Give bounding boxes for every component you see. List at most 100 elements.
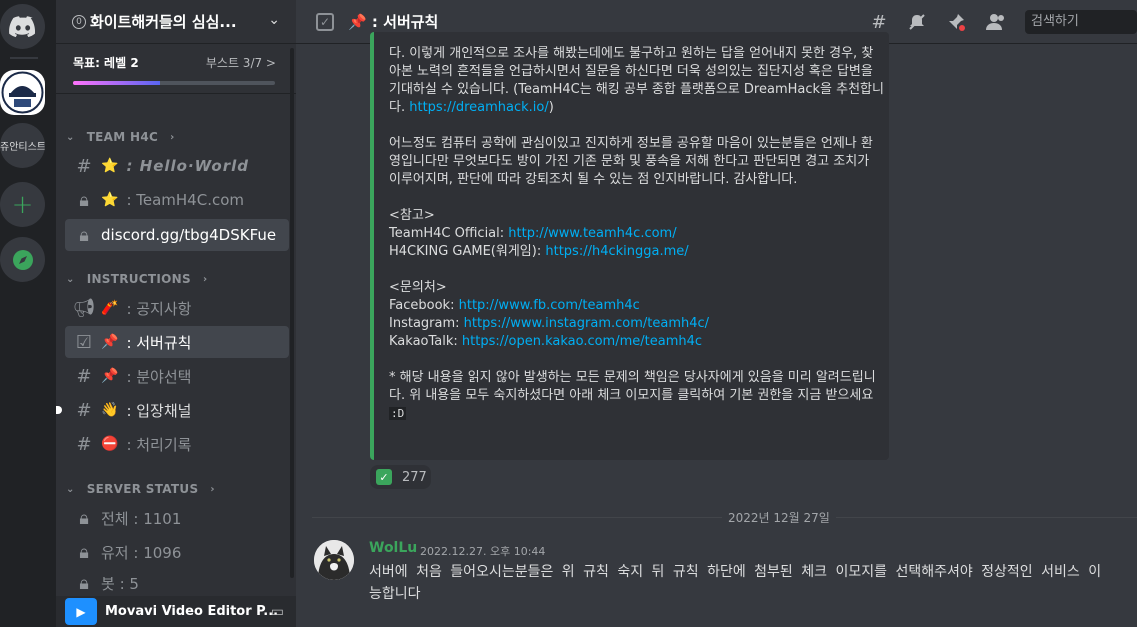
activity-panel[interactable]: ▶ Movavi Video Editor P... ▭	[56, 596, 296, 627]
category-label: SERVER STATUS	[86, 482, 199, 496]
channel-label: : Hello·World	[126, 157, 249, 175]
category-server-status[interactable]: ⌄ SERVER STATUS ›	[66, 479, 215, 499]
category-instructions[interactable]: ⌄ INSTRUCTIONS ›	[66, 269, 207, 289]
embed-notice: * 해당 내용을 읽지 않아 발생하는 모든 문제의 책임은 당사자에게 있음을…	[389, 369, 884, 423]
channel-emoji: 📌	[101, 334, 119, 350]
facebook-link[interactable]: http://www.fb.com/teamh4c	[459, 298, 640, 313]
channel-label: : 분야선택	[126, 367, 192, 386]
boost-progress-fill	[73, 81, 160, 85]
text-channel-hash-icon: #	[76, 433, 92, 455]
contact-label: Instagram:	[389, 316, 464, 331]
channel-welcome[interactable]: # 👋 : 입장채널	[56, 394, 289, 426]
compass-icon	[12, 249, 33, 270]
channel-field-select[interactable]: # 📌 : 분야선택	[65, 360, 289, 392]
checkbox-channel-icon: ☑	[75, 331, 93, 353]
screen-share-icon[interactable]: ▭	[271, 604, 284, 620]
pinned-messages-icon[interactable]	[944, 10, 968, 34]
channel-discord-invite[interactable]: 🔒︎ discord.gg/tbg4DSKFue	[65, 219, 289, 251]
threads-icon[interactable]: #	[867, 10, 891, 34]
notice-text: * 해당 내용을 읽지 않아 발생하는 모든 문제의 책임은 당사자에게 있음을…	[389, 370, 876, 403]
check-reaction-button[interactable]: ✓ 277	[370, 465, 431, 489]
server-name: 화이트해커들의 심심...	[90, 13, 237, 31]
embed-references: <참고> TeamH4C Official: http://www.teamh4…	[389, 207, 884, 261]
server-icon-text[interactable]: 쥬안티스트	[0, 123, 45, 168]
contacts-title: <문의처>	[389, 280, 447, 295]
white-hat-hacker-logo-icon	[1, 71, 44, 114]
channel-announcements[interactable]: 📢︎ 🧨 : 공지사항	[65, 292, 289, 324]
embed-paragraph-1: 다. 이렇게 개인적으로 조사를 해봤는데에도 불구하고 원하는 답을 얻어내지…	[389, 45, 884, 117]
cat-avatar-icon	[314, 540, 354, 580]
activity-label: Movavi Video Editor P...	[105, 604, 279, 619]
dreamhack-link[interactable]: https://dreamhack.io/	[409, 100, 549, 115]
movavi-app-icon: ▶	[65, 598, 97, 625]
embed-paragraph-2: 어느정도 컴퓨터 공학에 관심이있고 진지하게 정보를 공유할 마음이 있는분들…	[389, 136, 873, 187]
channel-label: : 입장채널	[126, 401, 192, 420]
text-channel-hash-icon: #	[76, 399, 92, 421]
channel-label: 전체 : 1101	[101, 509, 182, 528]
server-icon-white-hat-hacker[interactable]	[0, 70, 45, 115]
channel-status-bots[interactable]: 🔒︎ 봇 : 5	[65, 570, 289, 596]
reference-label: H4CKING GAME(워게임):	[389, 244, 546, 259]
message-author[interactable]: WolLu	[369, 540, 417, 556]
checkbox-channel-icon: ✓	[316, 13, 334, 31]
channel-label: : 서버규칙	[126, 333, 192, 352]
avatar[interactable]	[314, 540, 354, 580]
server-header[interactable]: 0 화이트해커들의 심심... ⌄	[56, 0, 296, 44]
channel-server-rules[interactable]: ☑ 📌 : 서버규칙	[65, 326, 289, 358]
chevron-right-icon: ›	[210, 483, 215, 495]
embed-description: 다. 이렇게 개인적으로 조사를 해봤는데에도 불구하고 원하는 답을 얻어내지…	[389, 45, 884, 423]
boost-goal-label: 목표: 레벨 2	[73, 56, 139, 70]
channel-processing-log[interactable]: # ⛔ : 처리기록	[65, 428, 289, 460]
kakaotalk-link[interactable]: https://open.kakao.com/me/teamh4c	[462, 334, 702, 349]
add-server-button[interactable]: +	[0, 182, 45, 227]
category-label: INSTRUCTIONS	[86, 272, 191, 286]
hacking-game-link[interactable]: https://h4ckingga.me/	[545, 244, 688, 259]
channel-emoji: ⛔	[101, 436, 119, 452]
channel-status-users[interactable]: 🔒︎ 유저 : 1096	[65, 536, 289, 568]
contact-label: KakaoTalk:	[389, 334, 462, 349]
channel-emoji: 📌	[101, 368, 119, 384]
lock-icon: 🔒︎	[79, 224, 89, 246]
server-rail: 쥬안티스트 +	[0, 0, 56, 627]
discord-home-button[interactable]	[0, 4, 45, 49]
chevron-down-icon[interactable]: ⌄	[268, 12, 280, 28]
boost-progress-bar	[73, 81, 275, 85]
discord-logo-icon	[8, 15, 35, 37]
text-channel-hash-icon: #	[76, 155, 92, 177]
instagram-link[interactable]: https://www.instagram.com/teamh4c/	[464, 316, 709, 331]
search-input[interactable]: 검색하기	[1025, 10, 1137, 34]
channel-label: 유저 : 1096	[101, 543, 182, 562]
channel-hello-world[interactable]: # ⭐ : Hello·World	[65, 150, 289, 182]
channel-teamh4c-com[interactable]: 🔒︎ ⭐ : TeamH4C.com	[65, 184, 289, 216]
boost-progress-panel[interactable]: 목표: 레벨 2 부스트 3/7 >	[56, 44, 296, 94]
channel-emoji: 👋	[101, 402, 119, 418]
channel-title-text: : 서버규칙	[371, 13, 439, 31]
rules-embed: 다. 이렇게 개인적으로 조사를 해봤는데에도 불구하고 원하는 답을 얻어내지…	[370, 32, 889, 460]
embed-text: )	[548, 100, 554, 115]
notification-mute-icon[interactable]	[905, 10, 929, 34]
member-list-icon[interactable]	[984, 10, 1008, 34]
chevron-down-icon: ⌄	[66, 131, 75, 143]
channel-emoji: 🧨	[101, 300, 119, 316]
channel-sidebar: 0 화이트해커들의 심심... ⌄ 목표: 레벨 2 부스트 3/7 > ⌄ T…	[56, 0, 296, 627]
explore-servers-button[interactable]	[0, 237, 45, 282]
chevron-down-icon: ⌄	[66, 483, 75, 495]
channel-label: 봇 : 5	[101, 574, 139, 593]
channel-status-total[interactable]: 🔒︎ 전체 : 1101	[65, 502, 289, 534]
server-icon-label: 쥬안티스트	[0, 142, 45, 153]
inline-code: :D	[389, 407, 407, 420]
lock-icon: 🔒︎	[79, 541, 89, 563]
chevron-right-icon: ›	[170, 131, 175, 143]
sidebar-scrollbar[interactable]	[290, 48, 294, 578]
boost-count-label[interactable]: 부스트 3/7 >	[206, 54, 276, 71]
category-team-h4c[interactable]: ⌄ TEAM H4C ›	[66, 127, 175, 147]
message-timestamp: 2022.12.27. 오후 10:44	[420, 545, 546, 558]
message-content: 서버에 처음 들어오시는분들은 위 규칙 숙지 뒤 규칙 하단에 첨부된 체크 …	[369, 561, 1137, 605]
channel-title: 📌 : 서버규칙	[348, 11, 438, 32]
category-label: TEAM H4C	[86, 130, 159, 144]
channel-title-emoji: 📌	[348, 13, 367, 31]
channel-label: discord.gg/tbg4DSKFue	[101, 226, 277, 244]
channel-emoji: ⭐	[101, 192, 119, 208]
teamh4c-official-link[interactable]: http://www.teamh4c.com/	[508, 226, 676, 241]
channel-emoji: ⭐	[101, 158, 119, 174]
